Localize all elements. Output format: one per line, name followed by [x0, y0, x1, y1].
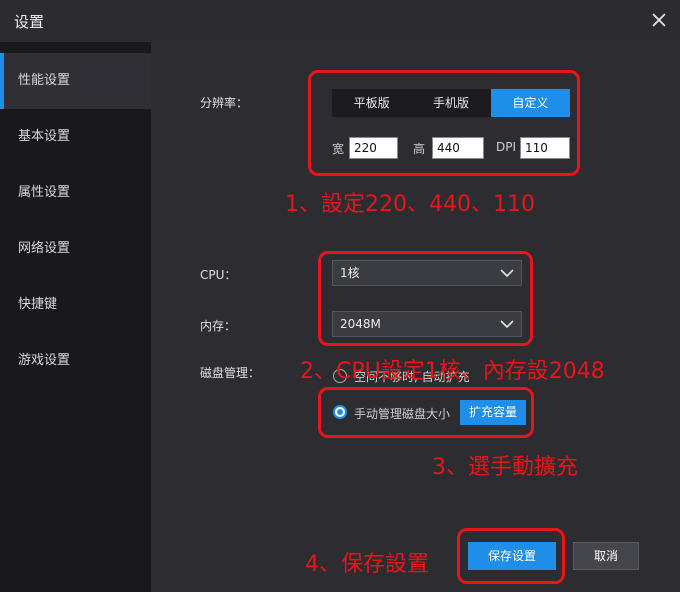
- annotation-step4: 4、保存設置: [305, 552, 429, 577]
- cpu-label: CPU：: [200, 268, 237, 282]
- memory-label: 内存：: [200, 319, 237, 333]
- sidebar-item-properties[interactable]: 属性设置: [0, 165, 151, 221]
- annotation-box-resolution: [308, 70, 580, 176]
- annotation-step2: 2、CPU設定1核、內存設2048: [300, 359, 605, 384]
- annotation-step3: 3、選手動擴充: [432, 455, 578, 480]
- annotation-step1: 1、設定220、440、110: [285, 192, 535, 217]
- annotation-box-disk: [318, 387, 534, 438]
- sidebar: 性能设置 基本设置 属性设置 网络设置 快捷键 游戏设置: [0, 42, 151, 592]
- resolution-label: 分辨率：: [200, 96, 249, 110]
- sidebar-item-shortcuts[interactable]: 快捷键: [0, 277, 151, 333]
- close-icon[interactable]: [648, 9, 670, 31]
- sidebar-item-game[interactable]: 游戏设置: [0, 333, 151, 389]
- sidebar-item-performance[interactable]: 性能设置: [0, 53, 151, 109]
- disk-label: 磁盘管理：: [200, 366, 261, 380]
- cancel-button[interactable]: 取消: [573, 542, 639, 570]
- sidebar-item-network[interactable]: 网络设置: [0, 221, 151, 277]
- sidebar-item-basic[interactable]: 基本设置: [0, 109, 151, 165]
- annotation-box-save: [457, 528, 565, 584]
- window-title: 设置: [14, 13, 45, 31]
- annotation-box-cpu-memory: [318, 251, 533, 346]
- title-bar: 设置: [0, 0, 680, 42]
